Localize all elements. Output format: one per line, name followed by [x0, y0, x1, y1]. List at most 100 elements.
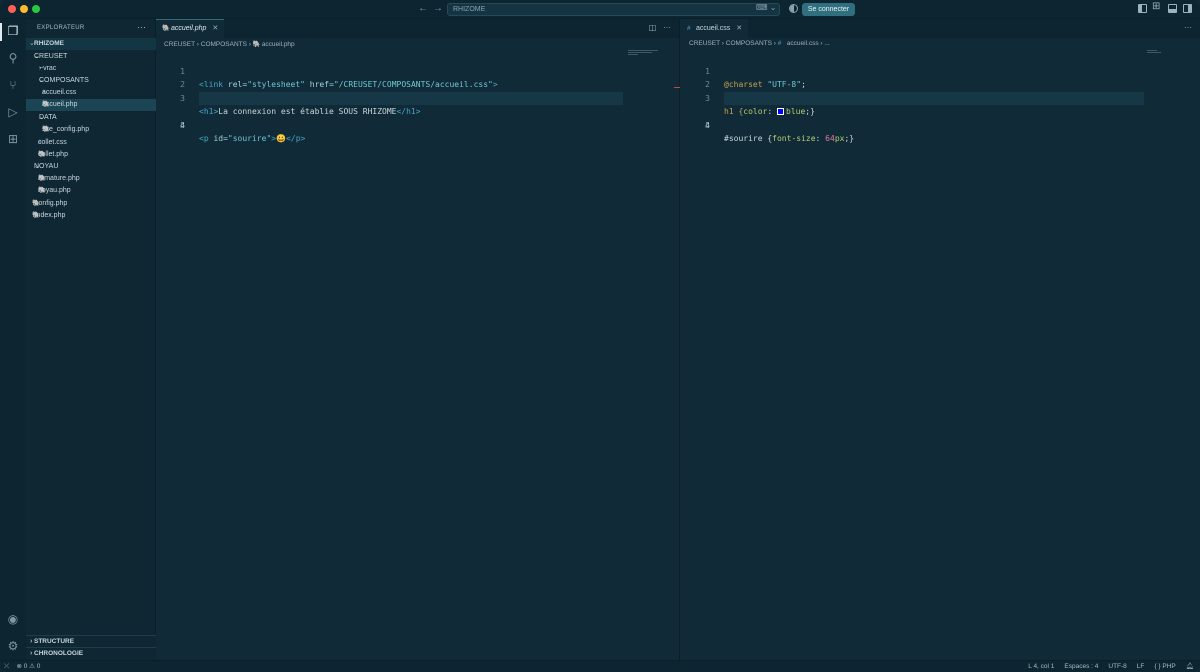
- breadcrumb-item[interactable]: ...: [824, 40, 829, 47]
- breadcrumb-item[interactable]: CREUSET: [164, 41, 195, 48]
- code-token: 64: [825, 134, 835, 143]
- php-file-icon: 🐘: [38, 187, 47, 194]
- code-token: font-size: [772, 134, 816, 143]
- gear-icon[interactable]: ⚙: [6, 639, 20, 653]
- tree-item-label: CREUSET: [34, 53, 68, 60]
- explorer-sidebar: EXPLORATEUR ··· ⌄RHIZOME ⌄CREUSET ›~vrac…: [26, 19, 156, 660]
- arrow-left-icon[interactable]: ←: [418, 3, 428, 15]
- structure-section[interactable]: › STRUCTURE: [26, 635, 156, 647]
- toggle-secondary-sidebar-icon[interactable]: [1183, 4, 1192, 13]
- tab-accueil-php[interactable]: 🐘accueil.php ✕: [156, 19, 225, 38]
- close-icon[interactable]: ✕: [212, 25, 218, 32]
- tab-label: accueil.php: [171, 25, 207, 32]
- breadcrumb: CREUSET › COMPOSANTS › # accueil.css › ..…: [689, 40, 830, 47]
- breadcrumb-item[interactable]: COMPOSANTS: [726, 40, 772, 47]
- code-token: ;}: [844, 134, 855, 143]
- tree-item-label: collet.php: [38, 151, 68, 158]
- workspace-root-label: RHIZOME: [34, 40, 64, 47]
- files-icon[interactable]: ❐: [6, 24, 20, 38]
- tree-item-file[interactable]: 🐘config.php: [26, 198, 156, 210]
- extensions-icon[interactable]: ⊞: [6, 132, 20, 146]
- warning-count: 0: [36, 663, 41, 670]
- close-window-button[interactable]: [8, 5, 16, 13]
- php-file-icon: 🐘: [252, 41, 261, 48]
- activity-bar: ❐ ⚲ ⑂ ▷ ⊞ ◉ ⚙: [0, 19, 26, 660]
- breadcrumb-item[interactable]: CREUSET: [689, 40, 720, 47]
- end-of-line[interactable]: LF: [1137, 661, 1145, 672]
- tree-item-folder[interactable]: ⌄COMPOSANTS: [26, 75, 156, 87]
- current-line-highlight: [724, 91, 1144, 105]
- line-number: 5: [180, 120, 185, 130]
- tree-item-file[interactable]: 🐘armature.php: [26, 173, 156, 185]
- more-actions-icon[interactable]: ···: [1184, 23, 1192, 32]
- tree-item-file[interactable]: #accueil.css: [26, 87, 156, 99]
- tree-item-file[interactable]: #collet.css: [26, 137, 156, 149]
- tree-item-folder[interactable]: ⌄CREUSET: [26, 51, 156, 63]
- code-token: <p: [199, 134, 209, 143]
- code-token: </p>: [286, 134, 306, 143]
- breadcrumb-item[interactable]: accueil.css: [787, 40, 819, 47]
- tree-item-label: DATA: [39, 114, 57, 121]
- chevron-right-icon: ›: [721, 40, 724, 47]
- close-icon[interactable]: ✕: [736, 25, 742, 32]
- layout-controls: [1138, 1, 1192, 13]
- tree-item-file[interactable]: 🐘index.php: [26, 210, 156, 222]
- encoding[interactable]: UTF-8: [1108, 661, 1126, 672]
- tree-item-label: noyau.php: [38, 187, 71, 194]
- workspace-root[interactable]: ⌄RHIZOME: [26, 38, 156, 50]
- command-center-search[interactable]: RHIZOME: [447, 3, 780, 16]
- tab-accueil-css[interactable]: # accueil.css ✕: [681, 19, 749, 38]
- split-editor-icon[interactable]: ◫: [649, 23, 657, 32]
- tree-item-label: collet.css: [38, 139, 67, 146]
- minimize-window-button[interactable]: [20, 5, 28, 13]
- search-icon[interactable]: ⚲: [6, 51, 20, 65]
- breadcrumb-item[interactable]: accueil.php: [262, 41, 295, 48]
- tree-item-file[interactable]: 🐘site_config.php: [26, 124, 156, 136]
- timeline-section[interactable]: › CHRONOLOGIE: [26, 647, 156, 659]
- toggle-sidebar-icon[interactable]: [1138, 4, 1147, 13]
- problems-indicator[interactable]: ⊗ 0 ⚠ 0: [16, 663, 40, 670]
- status-bar: ⤫ ⊗ 0 ⚠ 0 L 4, col 1 Espaces : 4 UTF-8 L…: [0, 660, 1200, 672]
- indentation[interactable]: Espaces : 4: [1064, 661, 1098, 672]
- code-editor[interactable]: 1 <link rel="stylesheet" href="/CREUSET/…: [156, 51, 679, 143]
- cursor-position[interactable]: L 4, col 1: [1028, 661, 1054, 672]
- tree-item-file[interactable]: 🐘collet.php: [26, 149, 156, 161]
- source-control-icon[interactable]: ⑂: [6, 78, 20, 92]
- explorer-title: EXPLORATEUR: [37, 25, 85, 31]
- code-token: px: [834, 134, 845, 143]
- account-icon[interactable]: ◉: [6, 612, 20, 626]
- language-mode[interactable]: { } PHP: [1154, 661, 1175, 672]
- code-line-current: 4: [156, 91, 679, 130]
- code-editor[interactable]: 1 @charset "UTF-8"; 2 3 h1 {color: blue;…: [681, 51, 1200, 143]
- tab-label: accueil.css: [696, 25, 731, 32]
- code-line: 1 @charset "UTF-8";: [681, 51, 1200, 90]
- tree-item-label: config.php: [35, 200, 68, 207]
- chevron-right-icon: ›: [773, 40, 776, 47]
- tree-item-folder[interactable]: ⌄DATA: [26, 112, 156, 124]
- css-file-icon: #: [38, 139, 42, 146]
- arrow-right-icon[interactable]: →: [433, 3, 443, 15]
- chevron-right-icon: ›: [820, 40, 823, 47]
- php-file-icon: 🐘: [42, 126, 51, 133]
- tree-item-file-selected[interactable]: 🐘accueil.php: [26, 99, 156, 111]
- contrast-icon[interactable]: [789, 4, 798, 13]
- tree-item-folder[interactable]: ›~vrac: [26, 63, 156, 75]
- customize-layout-icon[interactable]: [1152, 1, 1162, 13]
- connect-button[interactable]: Se connecter: [802, 3, 855, 16]
- php-file-icon: 🐘: [42, 101, 51, 108]
- bell-icon[interactable]: 🔔︎: [1186, 661, 1194, 672]
- tab-bar: # accueil.css ✕ ···: [681, 19, 1200, 38]
- tree-item-file[interactable]: 🐘noyau.php: [26, 185, 156, 197]
- run-debug-icon[interactable]: ▷: [6, 105, 20, 119]
- toggle-panel-icon[interactable]: [1168, 4, 1177, 13]
- maximize-window-button[interactable]: [32, 5, 40, 13]
- remote-icon[interactable]: ⤫: [4, 663, 9, 670]
- code-line-current: 4: [681, 91, 1200, 130]
- breadcrumb-item[interactable]: COMPOSANTS: [201, 41, 247, 48]
- tree-item-label: accueil.php: [42, 101, 78, 108]
- tree-item-folder[interactable]: ⌄NOYAU: [26, 161, 156, 173]
- chat-icon[interactable]: ⌨ ⌄: [756, 3, 780, 14]
- code-line: 2: [156, 65, 679, 89]
- more-actions-icon[interactable]: ···: [137, 22, 146, 32]
- more-actions-icon[interactable]: ···: [663, 23, 671, 32]
